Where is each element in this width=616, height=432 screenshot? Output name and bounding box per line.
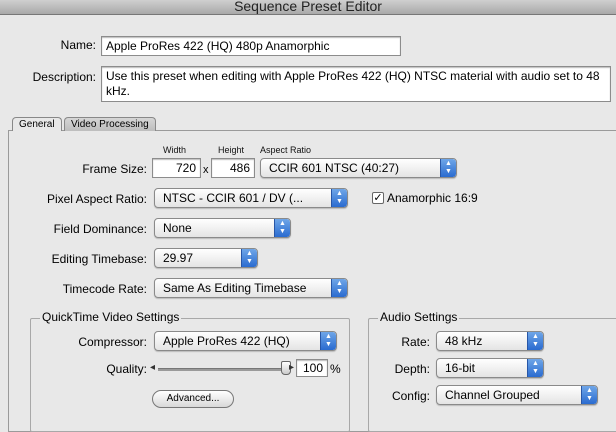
field-dominance-label: Field Dominance:	[53, 222, 147, 236]
window-title: Sequence Preset Editor	[234, 0, 382, 14]
depth-popup[interactable]: 16-bit ▲ ▼	[436, 358, 544, 378]
popup-arrows-icon: ▲ ▼	[331, 189, 347, 207]
frame-height-field[interactable]: 486	[211, 158, 255, 178]
editing-timebase-popup[interactable]: 29.97 ▲ ▼	[154, 248, 258, 268]
name-field[interactable]: Apple ProRes 422 (HQ) 480p Anamorphic	[101, 36, 401, 56]
depth-label: Depth:	[394, 362, 430, 376]
frame-width-field[interactable]: 720	[152, 158, 201, 178]
popup-arrows-icon: ▲ ▼	[241, 249, 257, 267]
anamorphic-checkbox[interactable]: ✓	[372, 192, 384, 204]
frame-size-label: Frame Size:	[82, 162, 147, 176]
aspect-ratio-column-label: Aspect Ratio	[260, 145, 312, 155]
width-column-label: Width	[163, 145, 187, 155]
tab-general[interactable]: General	[12, 117, 62, 131]
editing-timebase-label: Editing Timebase:	[51, 252, 147, 266]
rate-value: 48 kHz	[445, 334, 483, 348]
quicktime-group-title: QuickTime Video Settings	[40, 310, 182, 324]
description-label: Description:	[32, 70, 96, 84]
quality-label: Quality:	[106, 362, 147, 376]
height-column-label: Height	[218, 145, 245, 155]
quality-slider-track[interactable]	[158, 368, 286, 371]
slider-max-icon: ▸	[289, 362, 295, 373]
config-label: Config:	[391, 389, 430, 403]
config-popup[interactable]: Channel Grouped ▲ ▼	[436, 385, 598, 405]
pixel-aspect-value: NTSC - CCIR 601 / DV (...	[163, 191, 304, 205]
description-field[interactable]: Use this preset when editing with Apple …	[101, 66, 611, 102]
pixel-aspect-label: Pixel Aspect Ratio:	[46, 192, 147, 206]
popup-arrows-icon: ▲ ▼	[274, 219, 290, 237]
rate-label: Rate:	[401, 335, 430, 349]
slider-min-icon: ◂	[150, 362, 156, 373]
field-dominance-value: None	[163, 221, 192, 235]
popup-arrows-icon: ▲ ▼	[527, 332, 543, 350]
advanced-button[interactable]: Advanced...	[152, 390, 234, 408]
pixel-aspect-popup[interactable]: NTSC - CCIR 601 / DV (... ▲ ▼	[154, 188, 348, 208]
quality-unit-label: %	[330, 362, 341, 376]
config-value: Channel Grouped	[445, 388, 540, 402]
field-dominance-popup[interactable]: None ▲ ▼	[154, 218, 291, 238]
name-label: Name:	[60, 38, 96, 52]
depth-value: 16-bit	[445, 361, 476, 375]
anamorphic-label: Anamorphic 16:9	[387, 191, 478, 205]
audio-group-title: Audio Settings	[378, 310, 460, 324]
popup-arrows-icon: ▲ ▼	[581, 386, 597, 404]
quality-field[interactable]: 100	[296, 359, 328, 377]
timecode-rate-value: Same As Editing Timebase	[163, 281, 307, 295]
compressor-popup[interactable]: Apple ProRes 422 (HQ) ▲ ▼	[154, 331, 337, 351]
compressor-label: Compressor:	[78, 335, 147, 349]
tab-video-processing[interactable]: Video Processing	[64, 117, 156, 131]
popup-arrows-icon: ▲ ▼	[527, 359, 543, 377]
aspect-ratio-popup[interactable]: CCIR 601 NTSC (40:27) ▲ ▼	[260, 158, 457, 178]
frame-size-separator: x	[203, 164, 209, 176]
compressor-value: Apple ProRes 422 (HQ)	[163, 334, 290, 348]
aspect-ratio-value: CCIR 601 NTSC (40:27)	[269, 161, 400, 175]
rate-popup[interactable]: 48 kHz ▲ ▼	[436, 331, 544, 351]
timecode-rate-popup[interactable]: Same As Editing Timebase ▲ ▼	[154, 278, 348, 298]
popup-arrows-icon: ▲ ▼	[331, 279, 347, 297]
title-bar: Sequence Preset Editor	[0, 0, 616, 15]
popup-arrows-icon: ▲ ▼	[320, 332, 336, 350]
editing-timebase-value: 29.97	[163, 251, 194, 265]
timecode-rate-label: Timecode Rate:	[62, 282, 147, 296]
popup-arrows-icon: ▲ ▼	[440, 159, 456, 177]
